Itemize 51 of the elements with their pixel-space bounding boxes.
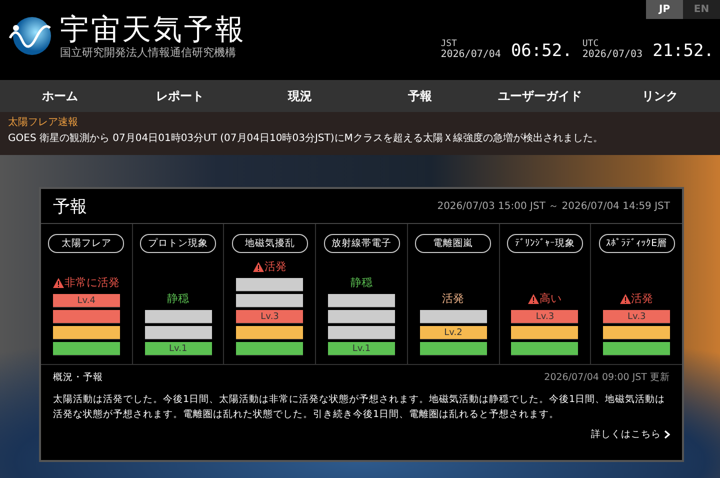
warning-icon bbox=[528, 294, 540, 304]
warning-icon bbox=[53, 278, 64, 288]
nav-link[interactable]: ユーザーガイド bbox=[480, 80, 600, 112]
language-tab[interactable]: EN bbox=[683, 0, 720, 19]
site-title: 宇宙天気予報 bbox=[60, 12, 246, 46]
category-label: プロトン現象 bbox=[140, 234, 216, 253]
level-segment: Lv.4 bbox=[52, 294, 120, 308]
nav-link[interactable]: 現況 bbox=[240, 80, 360, 112]
summary-text: 太陽活動は活発でした。今後1日間、太陽活動は非常に活発な状態が予想されます。地磁気活動は静穏でした。今後1日間、地磁気活動は活発な状態が予想されます。電離圏は乱れた状態でした。引き続き今後1日間、電離圏は乱れると予想されます。 bbox=[53, 393, 666, 422]
status-text: 活発 bbox=[253, 259, 286, 274]
category-label: 放射線帯電子 bbox=[324, 234, 400, 253]
status-text: 静穏 bbox=[167, 291, 190, 306]
forecast-period: 2026/07/03 15:00 JST ～ 2026/07/04 14:59 JST bbox=[437, 200, 670, 213]
nav-link[interactable]: リンク bbox=[600, 80, 720, 112]
logo-icon bbox=[8, 14, 52, 58]
details-link[interactable]: 詳しくはこちら bbox=[591, 428, 670, 441]
category-label: ｽﾎﾟﾗﾃﾞｨｯｸE層 bbox=[598, 234, 675, 253]
nav-link[interactable]: 予報 bbox=[360, 80, 480, 112]
warning-icon bbox=[620, 294, 632, 304]
summary-heading: 概況・予報 bbox=[53, 371, 103, 384]
status-text: 活発 bbox=[442, 291, 464, 306]
language-tab[interactable]: JP bbox=[646, 0, 683, 19]
warning-icon bbox=[253, 262, 264, 272]
panel-title: 予報 bbox=[53, 196, 87, 218]
timezone-label: UTC bbox=[582, 39, 600, 49]
level-segment: Lv.3 bbox=[236, 310, 304, 324]
timezone-label: JST bbox=[440, 39, 458, 49]
alert-message: GOES 衛星の観測から 07月04日01時03分UT (07月04日10時03分JST)にMクラスを超える太陽Ｘ線強度の急増が検出されました。 bbox=[8, 132, 604, 146]
status-text: 非常に活発 bbox=[53, 275, 120, 290]
clock-date: 2026/07/04 bbox=[440, 49, 501, 61]
nav-link[interactable]: レポート bbox=[120, 80, 240, 112]
category-label: 地磁気擾乱 bbox=[232, 234, 308, 253]
status-text: 活発 bbox=[620, 291, 654, 306]
clock-date: 2026/07/03 bbox=[582, 49, 643, 61]
category-label: ﾃﾞﾘﾝｼﾞｬｰ現象 bbox=[506, 234, 583, 253]
organization-name: 国立研究開発法人情報通信研究機構 bbox=[60, 46, 237, 60]
level-segment: Lv.1 bbox=[144, 342, 212, 356]
clock-time: 21:52. bbox=[652, 41, 714, 61]
clock-time: 06:52. bbox=[510, 41, 572, 61]
status-text: 静穏 bbox=[350, 275, 373, 290]
alert-title: 太陽フレア速報 bbox=[8, 116, 79, 130]
level-segment: Lv.2 bbox=[420, 326, 487, 340]
category-label: 太陽フレア bbox=[48, 234, 124, 253]
status-text: 高い bbox=[528, 291, 562, 306]
category-label: 電離圏嵐 bbox=[415, 234, 492, 253]
nav-link[interactable]: ホーム bbox=[0, 80, 120, 112]
updated-time: 2026/07/04 09:00 JST 更新 bbox=[544, 371, 670, 384]
level-segment: Lv.3 bbox=[603, 310, 670, 324]
level-segment: Lv.1 bbox=[328, 342, 396, 356]
chevron-icon bbox=[664, 430, 670, 439]
level-segment: Lv.3 bbox=[511, 310, 578, 324]
